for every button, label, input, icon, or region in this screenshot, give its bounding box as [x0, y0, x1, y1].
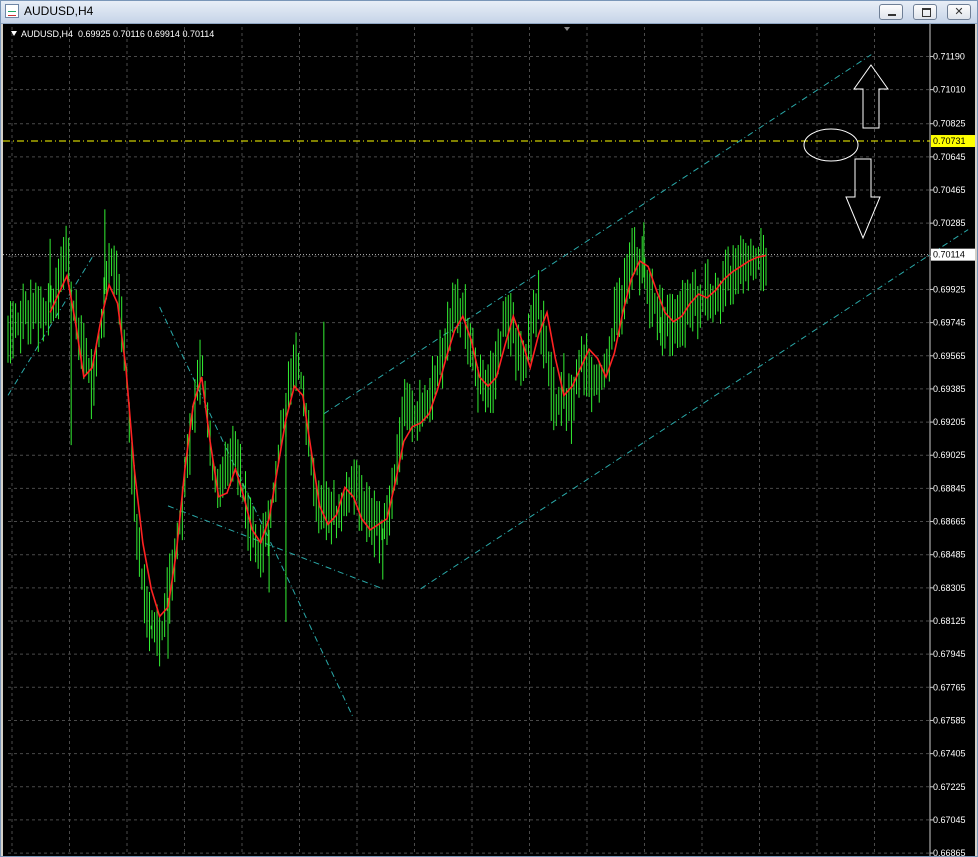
chart-window-icon: [5, 4, 19, 18]
horizontal-level[interactable]: 0.70731: [3, 135, 975, 148]
price-tick-label: 0.71010: [933, 85, 966, 95]
dropdown-triangle-icon: [11, 31, 17, 36]
price-tick-label: 0.71190: [933, 51, 965, 61]
window-title: AUDUSD,H4: [24, 4, 94, 18]
chart-shift-marker: [564, 27, 570, 31]
trend-channel-line: [167, 505, 383, 590]
current-price-marker: 0.70114: [3, 248, 975, 261]
price-tick-label: 0.69565: [933, 351, 966, 361]
level-price-label: 0.70731: [933, 136, 966, 146]
price-tick-label: 0.66865: [933, 848, 966, 856]
price-tick-label: 0.70645: [933, 152, 966, 162]
title-bar[interactable]: AUDUSD,H4: [1, 1, 977, 24]
moving-average-line: [49, 254, 767, 618]
price-tick-label: 0.68845: [933, 483, 966, 493]
price-tick-label: 0.68485: [933, 550, 966, 560]
close-button[interactable]: [947, 4, 971, 20]
price-tick-label: 0.69925: [933, 284, 966, 294]
price-tick-label: 0.68665: [933, 517, 966, 527]
price-tick-label: 0.69025: [933, 450, 966, 460]
level-highlight-ellipse: [803, 128, 859, 162]
price-tick-label: 0.67405: [933, 749, 966, 759]
price-tick-label: 0.69205: [933, 417, 966, 427]
maximize-button[interactable]: [913, 4, 937, 20]
price-chart[interactable]: 0.71190 0.71010 0.70825 0.70645 0.70465 0.702…: [3, 24, 975, 856]
arrow-up-icon: [853, 64, 889, 129]
price-tick-label: 0.67765: [933, 682, 966, 692]
price-tick-label: 0.67585: [933, 715, 966, 725]
price-tick-label: 0.67225: [933, 782, 966, 792]
price-tick-label: 0.69385: [933, 384, 966, 394]
symbol-ohlc-text: AUDUSD,H4 0.69925 0.70116 0.69914 0.7011…: [21, 29, 215, 39]
minimize-button[interactable]: [879, 4, 903, 20]
price-axis: 0.71190 0.71010 0.70825 0.70645 0.70465 0.702…: [929, 24, 966, 856]
symbol-info-bar: AUDUSD,H4 0.69925 0.70116 0.69914 0.7011…: [11, 29, 214, 39]
trend-channel-line: [420, 229, 969, 590]
chart-grid: [8, 27, 930, 854]
chart-canvas[interactable]: 0.71190 0.71010 0.70825 0.70645 0.70465 0.702…: [3, 24, 975, 856]
price-tick-label: 0.67045: [933, 815, 966, 825]
terminal-window: AUDUSD,H4 0.711900.710100.708250.706450.…: [0, 0, 978, 857]
price-tick-label: 0.68125: [933, 616, 966, 626]
moving-average: [49, 254, 767, 618]
price-tick-label: 0.70825: [933, 119, 966, 129]
price-tick-label: 0.70465: [933, 185, 966, 195]
current-price-label: 0.70114: [933, 250, 965, 260]
price-tick-label: 0.67945: [933, 649, 966, 659]
price-tick-label: 0.69745: [933, 318, 966, 328]
price-tick-label: 0.68305: [933, 583, 966, 593]
price-tick-label: 0.70285: [933, 218, 966, 228]
